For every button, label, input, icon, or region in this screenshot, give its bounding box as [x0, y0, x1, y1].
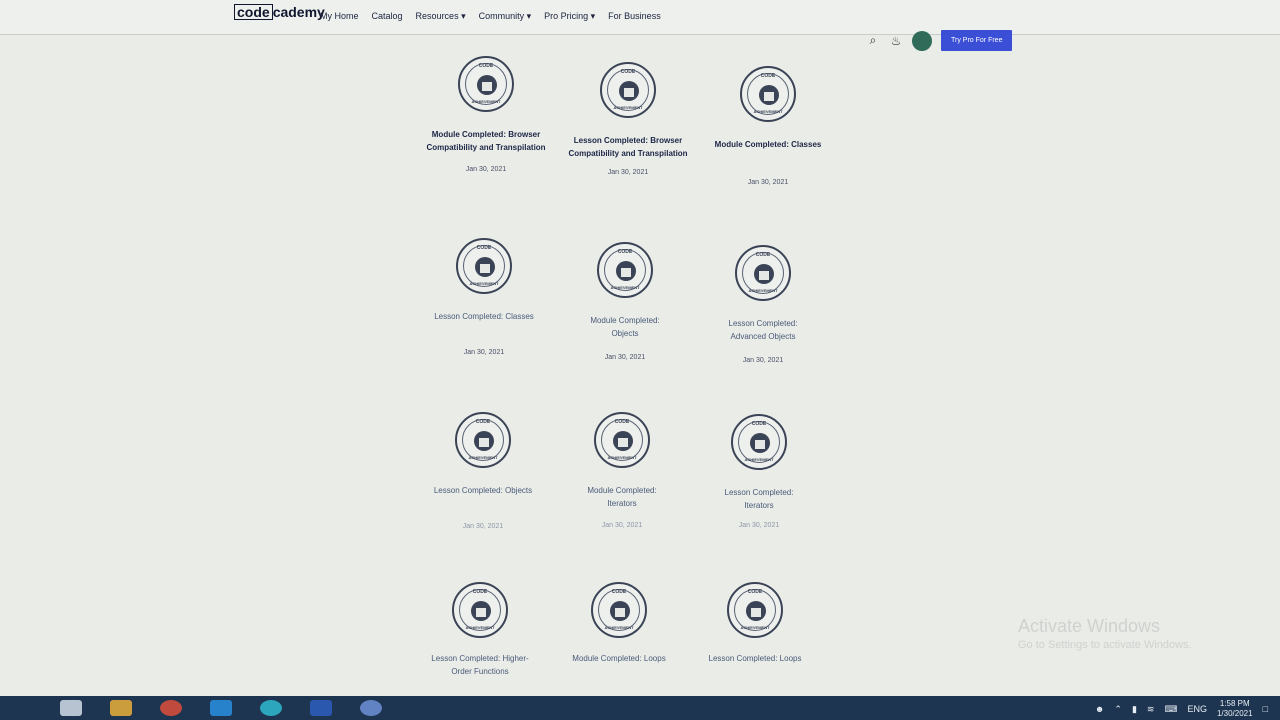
code-achievement-badge-icon: CODE ACHIEVEMENT	[452, 582, 508, 638]
clock-time: 1:58 PM	[1219, 699, 1250, 708]
wifi-icon[interactable]: ≋	[1147, 704, 1155, 715]
battery-icon[interactable]: ▮	[1132, 704, 1137, 715]
logo-box-text: code	[234, 4, 273, 20]
code-achievement-badge-icon: CODE ACHIEVEMENT	[594, 412, 650, 468]
achievement-title: Lesson Completed: Advanced Objects	[728, 319, 798, 341]
achievement-card[interactable]: CODE ACHIEVEMENT Lesson Completed: Loops	[680, 582, 830, 665]
chrome-icon[interactable]	[160, 700, 182, 716]
achievement-date: Jan 30, 2021	[463, 349, 505, 356]
code-achievement-badge-icon: CODE ACHIEVEMENT	[456, 238, 512, 294]
notification-icon[interactable]: □	[1263, 704, 1268, 714]
watermark-subtitle: Go to Settings to activate Windows.	[1018, 639, 1192, 651]
code-achievement-badge-icon: CODE ACHIEVEMENT	[740, 66, 796, 122]
windows-taskbar: ☻ ⌃ ▮ ≋ ⌨ ENG 1:58 PM 1/30/2021 □	[0, 696, 1280, 720]
store-icon[interactable]	[60, 700, 82, 716]
achievement-date: Jan 30, 2021	[742, 357, 784, 364]
achievement-card[interactable]: CODE ACHIEVEMENT Module Completed: Loops	[544, 582, 694, 665]
clock-date: 1/30/2021	[1216, 709, 1253, 718]
header-actions: ⌕ ♨ Try Pro For Free	[866, 30, 1013, 51]
nav-catalog[interactable]: Catalog	[372, 11, 403, 22]
achievement-date: Jan 30, 2021	[465, 166, 507, 173]
code-achievement-badge-icon: CODE ACHIEVEMENT	[458, 56, 514, 112]
nav-my-home[interactable]: My Home	[320, 11, 359, 22]
achievement-title: Lesson Completed: Loops	[708, 654, 802, 663]
code-achievement-badge-icon: CODE ACHIEVEMENT	[455, 412, 511, 468]
nav-resources[interactable]: Resources ▾	[416, 11, 466, 22]
word-icon[interactable]	[310, 700, 332, 716]
nav-pro-pricing[interactable]: Pro Pricing ▾	[544, 11, 595, 22]
nav-community[interactable]: Community ▾	[479, 11, 532, 22]
code-achievement-badge-icon: CODE ACHIEVEMENT	[727, 582, 783, 638]
windows-activation-watermark: Activate Windows Go to Settings to activ…	[1018, 616, 1192, 651]
achievement-title: Module Completed: Classes	[714, 140, 822, 149]
watermark-title: Activate Windows	[1018, 616, 1161, 636]
achievement-date: Jan 30, 2021	[738, 522, 780, 529]
achievement-card[interactable]: CODE ACHIEVEMENT Module Completed: Class…	[693, 66, 843, 186]
people-icon[interactable]: ☻	[1095, 704, 1104, 714]
achievement-card[interactable]: CODE ACHIEVEMENT Lesson Completed: Objec…	[408, 412, 558, 530]
achievement-date: Jan 30, 2021	[604, 354, 646, 361]
achievement-title: Lesson Completed: Classes	[434, 312, 534, 321]
achievement-date: Jan 30, 2021	[747, 179, 789, 186]
code-achievement-badge-icon: CODE ACHIEVEMENT	[591, 582, 647, 638]
achievement-card[interactable]: CODE ACHIEVEMENT Lesson Completed: Advan…	[688, 245, 838, 364]
achievement-card[interactable]: CODE ACHIEVEMENT Module Completed: Itera…	[547, 412, 697, 529]
achievement-card[interactable]: CODE ACHIEVEMENT Lesson Completed: Brows…	[553, 62, 703, 176]
achievement-title: Module Completed: Iterators	[587, 486, 657, 508]
achievement-title: Module Completed: Objects	[590, 316, 660, 338]
achievement-date: Jan 30, 2021	[462, 523, 504, 530]
achievement-card[interactable]: CODE ACHIEVEMENT Module Completed: Brows…	[411, 56, 561, 173]
achievement-card[interactable]: CODE ACHIEVEMENT Lesson Completed: Highe…	[405, 582, 555, 678]
chevron-up-icon[interactable]: ⌃	[1114, 704, 1122, 715]
achievement-card[interactable]: CODE ACHIEVEMENT Module Completed: Objec…	[550, 242, 700, 361]
main-nav: My Home Catalog Resources ▾ Community ▾ …	[320, 11, 661, 22]
keyboard-icon[interactable]: ⌨	[1164, 704, 1177, 715]
code-achievement-badge-icon: CODE ACHIEVEMENT	[735, 245, 791, 301]
logo-text: cademy	[272, 4, 325, 20]
achievement-title: Lesson Completed: Higher-Order Functions	[431, 654, 529, 676]
code-achievement-badge-icon: CODE ACHIEVEMENT	[597, 242, 653, 298]
achievement-date: Jan 30, 2021	[601, 522, 643, 529]
app-icon[interactable]	[360, 700, 382, 716]
file-explorer-icon[interactable]	[110, 700, 132, 716]
bell-icon[interactable]: ♨	[889, 34, 903, 48]
achievement-title: Lesson Completed: Objects	[433, 486, 533, 495]
code-achievement-badge-icon: CODE ACHIEVEMENT	[731, 414, 787, 470]
site-header: code cademy My Home Catalog Resources ▾ …	[0, 0, 1280, 35]
clock[interactable]: 1:58 PM 1/30/2021	[1217, 699, 1253, 719]
achievement-title: Module Completed: Loops	[572, 654, 666, 663]
vscode-icon[interactable]	[210, 700, 232, 716]
language-indicator[interactable]: ENG	[1187, 704, 1207, 714]
try-pro-button[interactable]: Try Pro For Free	[941, 30, 1013, 51]
edge-icon[interactable]	[260, 700, 282, 716]
achievement-card[interactable]: CODE ACHIEVEMENT Lesson Completed: Itera…	[684, 414, 834, 529]
codecademy-logo[interactable]: code cademy	[234, 4, 325, 20]
taskbar-apps	[60, 700, 382, 716]
search-icon[interactable]: ⌕	[866, 33, 880, 48]
system-tray: ☻ ⌃ ▮ ≋ ⌨ ENG 1:58 PM 1/30/2021 □	[1095, 699, 1268, 719]
achievement-card[interactable]: CODE ACHIEVEMENT Lesson Completed: Class…	[409, 238, 559, 356]
achievement-title: Module Completed: Browser Compatibility …	[426, 130, 546, 152]
achievement-title: Lesson Completed: Iterators	[724, 488, 794, 510]
avatar[interactable]	[912, 30, 932, 51]
nav-for-business[interactable]: For Business	[608, 11, 661, 22]
achievement-date: Jan 30, 2021	[607, 169, 649, 176]
achievement-title: Lesson Completed: Browser Compatibility …	[568, 136, 688, 158]
code-achievement-badge-icon: CODE ACHIEVEMENT	[600, 62, 656, 118]
